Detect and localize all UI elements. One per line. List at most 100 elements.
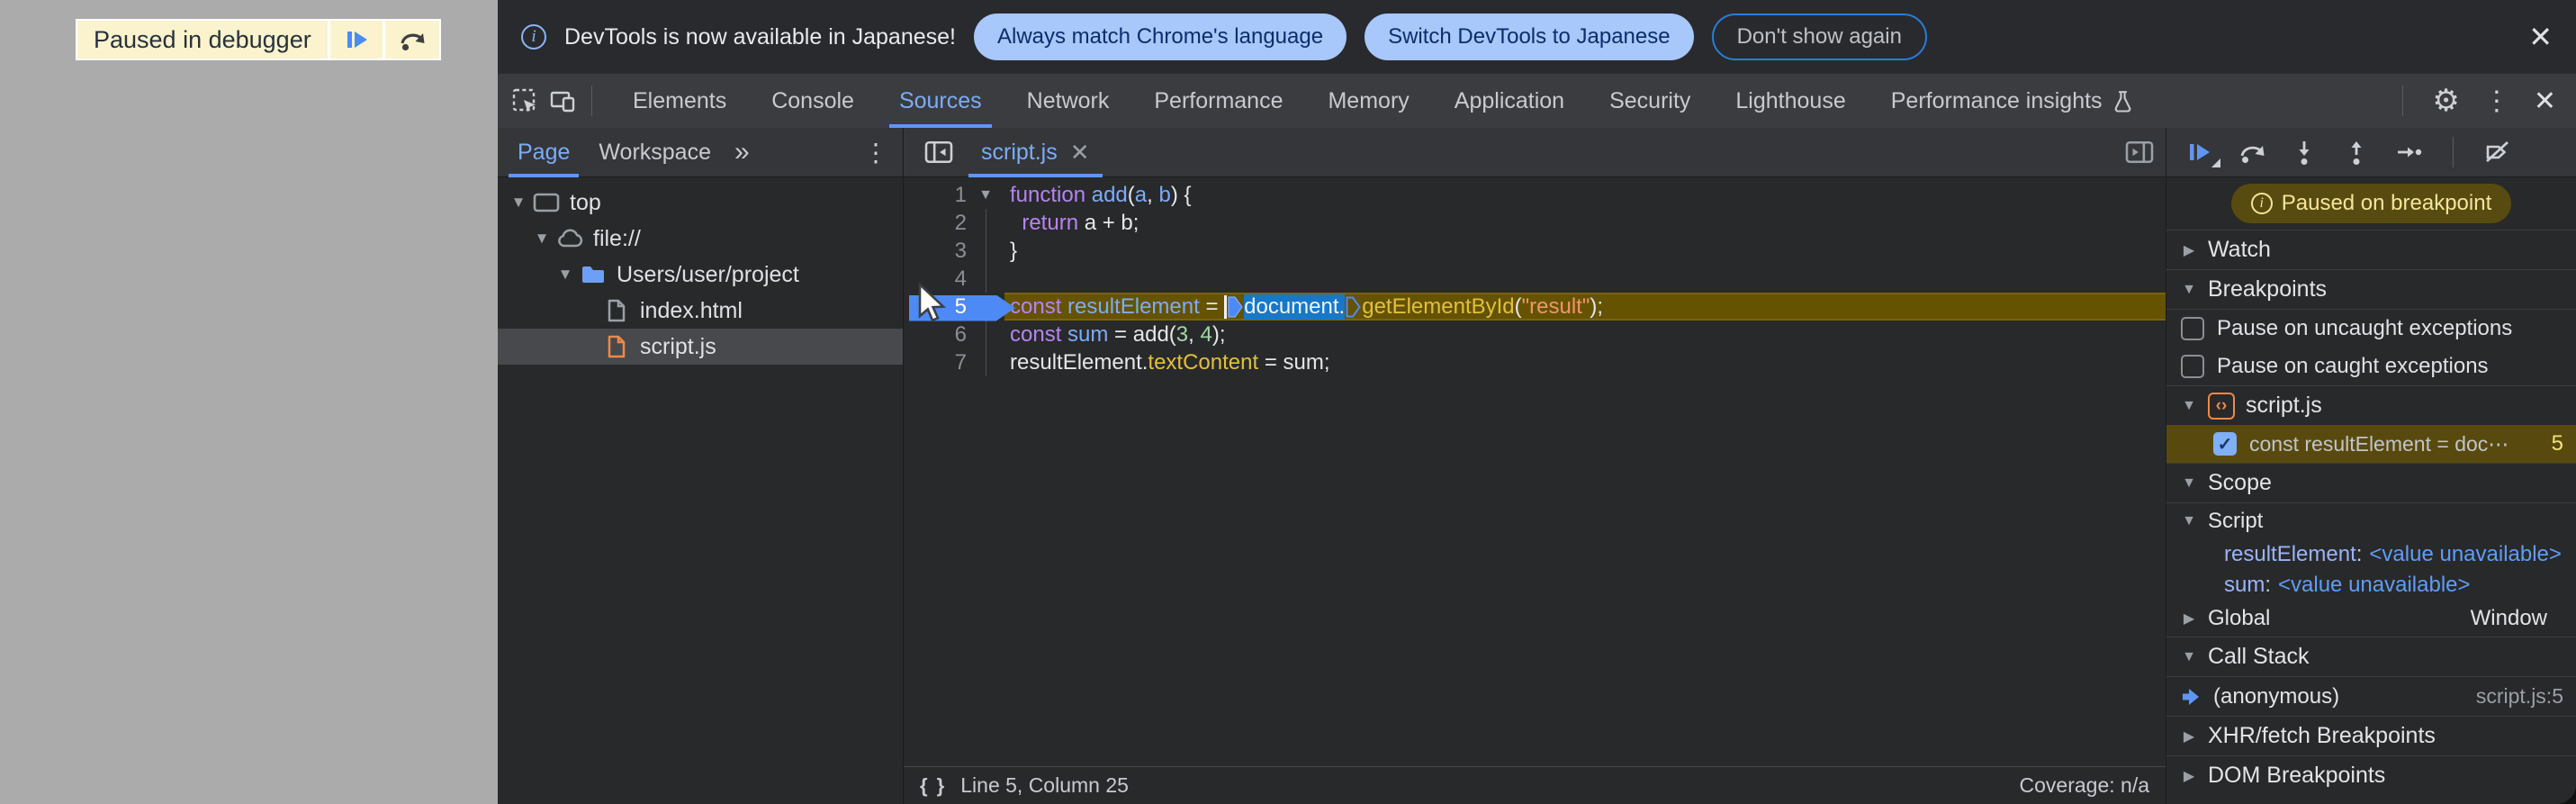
breakpoint-entry[interactable]: ✓ const resultElement = doc⋯ 5: [2166, 425, 2576, 463]
line-number[interactable]: 1: [904, 183, 967, 208]
device-toolbar-icon: [550, 91, 575, 113]
step-over-button[interactable]: [384, 21, 439, 59]
tab-page[interactable]: Page: [503, 128, 584, 177]
panel-left-toggle-icon: [924, 140, 953, 164]
deactivate-breakpoints-button[interactable]: [2484, 139, 2511, 166]
editor-tab-close-icon[interactable]: ✕: [1070, 139, 1090, 167]
tab-elements[interactable]: Elements: [610, 74, 749, 128]
tab-label: Elements: [633, 87, 727, 113]
paused-in-debugger-label: Paused in debugger: [77, 21, 328, 59]
hide-debugger-sidebar-button[interactable]: [2113, 140, 2166, 165]
more-options-icon[interactable]: ⋮: [2483, 86, 2510, 117]
tab-label: Memory: [1328, 87, 1410, 113]
resume-script-button[interactable]: [2186, 139, 2220, 167]
notification-bar: i DevTools is now available in Japanese!…: [498, 0, 2576, 74]
line-number[interactable]: 6: [904, 322, 967, 348]
scope-variable-row[interactable]: resultElement: <value unavailable>: [2166, 539, 2576, 570]
step-over-icon: [401, 33, 425, 51]
screen: Paused in debugger i DevTools is now ava…: [0, 0, 2576, 804]
folder-icon: [582, 266, 604, 283]
checkbox-unchecked-icon[interactable]: [2181, 317, 2204, 340]
section-breakpoints[interactable]: ▼ Breakpoints: [2166, 269, 2576, 309]
code-line-content: [1004, 265, 2166, 293]
step-into-button[interactable]: [2291, 139, 2318, 166]
chevron-down-icon: ▼: [2182, 474, 2196, 491]
resume-script-button[interactable]: [329, 21, 383, 59]
continue-to-marker-icon[interactable]: [1346, 296, 1361, 318]
section-xhr-breakpoints[interactable]: ▶ XHR/fetch Breakpoints: [2166, 716, 2576, 755]
expander-icon[interactable]: ▼: [507, 194, 530, 212]
tab-workspace[interactable]: Workspace: [584, 128, 725, 177]
code-editor[interactable]: 1 ▼ function add(a, b) {2 return a + b; 3} 4…: [904, 177, 2166, 766]
call-stack-frame[interactable]: (anonymous) script.js:5: [2166, 676, 2576, 716]
step-out-button[interactable]: [2343, 139, 2370, 166]
tree-item-file[interactable]: ▼ file://: [498, 221, 903, 257]
tab-sources[interactable]: Sources: [877, 74, 1004, 128]
navigator-more-options-icon[interactable]: ⋮: [863, 138, 903, 167]
expander-icon[interactable]: ▼: [554, 266, 577, 284]
section-watch[interactable]: ▶ Watch: [2166, 230, 2576, 269]
code-line-content: const resultElement = document. getElemen…: [1004, 293, 2166, 321]
variable-value: <value unavailable>: [2278, 573, 2471, 597]
editor-tab-scriptjs[interactable]: script.js ✕: [965, 128, 1106, 177]
tab-network[interactable]: Network: [1004, 74, 1132, 128]
mouse-cursor-icon: [918, 282, 947, 322]
line-number[interactable]: 7: [904, 350, 967, 375]
pretty-print-icon[interactable]: { }: [920, 774, 946, 798]
step-over-button[interactable]: [2238, 139, 2265, 166]
expander-icon[interactable]: ▼: [530, 230, 554, 248]
notification-close-icon[interactable]: ✕: [2528, 23, 2553, 51]
tab-performance[interactable]: Performance: [1131, 74, 1305, 128]
tab-performance-insights[interactable]: Performance insights: [1869, 74, 2157, 128]
tab-security[interactable]: Security: [1587, 74, 1713, 128]
section-scope-label: Scope: [2208, 470, 2272, 495]
tab-lighthouse[interactable]: Lighthouse: [1713, 74, 1868, 128]
dont-show-again-button[interactable]: Don't show again: [1711, 14, 1927, 60]
tab-console[interactable]: Console: [749, 74, 877, 128]
toolbar-right-tools: ⚙ ⋮ ✕: [2397, 83, 2576, 119]
tree-item-label: script.js: [640, 333, 716, 359]
section-call-stack-label: Call Stack: [2208, 644, 2310, 669]
frame-location: script.js:5: [2475, 684, 2563, 708]
scope-script-group[interactable]: ▼ Script: [2166, 503, 2576, 539]
code-line: 5 const resultElement = document. getEleme…: [904, 293, 2166, 321]
cursor-position-label: Line 5, Column 25: [960, 773, 1129, 797]
inspect-element-button[interactable]: [510, 86, 539, 115]
scope-global-group[interactable]: ▶ Global Window: [2166, 601, 2576, 637]
more-tabs-icon[interactable]: »: [725, 137, 759, 167]
active-frame-arrow-icon: [2183, 688, 2199, 705]
tab-memory[interactable]: Memory: [1305, 74, 1431, 128]
switch-devtools-japanese-button[interactable]: Switch DevTools to Japanese: [1365, 14, 1694, 60]
section-call-stack[interactable]: ▼ Call Stack: [2166, 637, 2576, 676]
hide-navigator-button[interactable]: [913, 140, 965, 165]
step-button[interactable]: [2395, 139, 2422, 166]
tab-application[interactable]: Application: [1432, 74, 1587, 128]
breakpoint-entry-line: 5: [2551, 431, 2563, 456]
pause-uncaught-exceptions-row[interactable]: Pause on uncaught exceptions: [2166, 310, 2576, 348]
always-match-language-button[interactable]: Always match Chrome's language: [973, 14, 1347, 60]
checkbox-checked-icon[interactable]: ✓: [2213, 432, 2237, 456]
breakpoint-file-group[interactable]: ▼ ‹› script.js: [2166, 385, 2576, 425]
device-toolbar-button[interactable]: [548, 86, 577, 115]
scope-variable-row[interactable]: sum: <value unavailable>: [2166, 570, 2576, 601]
devtools-close-icon[interactable]: ✕: [2534, 86, 2556, 117]
tree-item-users-user-project[interactable]: ▼ Users/user/project: [498, 257, 903, 293]
section-dom-breakpoints[interactable]: ▶ DOM Breakpoints: [2166, 755, 2576, 795]
tree-item-top[interactable]: ▼ top: [498, 185, 903, 221]
code-line-content: }: [1010, 238, 1018, 263]
file-icon: [608, 335, 626, 358]
line-number[interactable]: 3: [904, 239, 967, 264]
fold-arrow-icon[interactable]: ▼: [967, 181, 1004, 209]
line-number[interactable]: 2: [904, 211, 967, 236]
resume-icon: [347, 32, 367, 48]
tree-item-script-js[interactable]: script.js: [498, 329, 903, 365]
checkbox-unchecked-icon[interactable]: [2181, 355, 2204, 378]
continue-to-marker-icon[interactable]: [1228, 295, 1243, 318]
section-scope[interactable]: ▼ Scope: [2166, 463, 2576, 502]
tree-item-label: file://: [593, 225, 641, 251]
code-line: 2 return a + b;: [904, 209, 2166, 237]
settings-gear-icon[interactable]: ⚙: [2432, 83, 2459, 119]
tree-item-index-html[interactable]: index.html: [498, 293, 903, 329]
pause-caught-exceptions-row[interactable]: Pause on caught exceptions: [2166, 348, 2576, 385]
toolbar-separator: [2453, 137, 2454, 167]
